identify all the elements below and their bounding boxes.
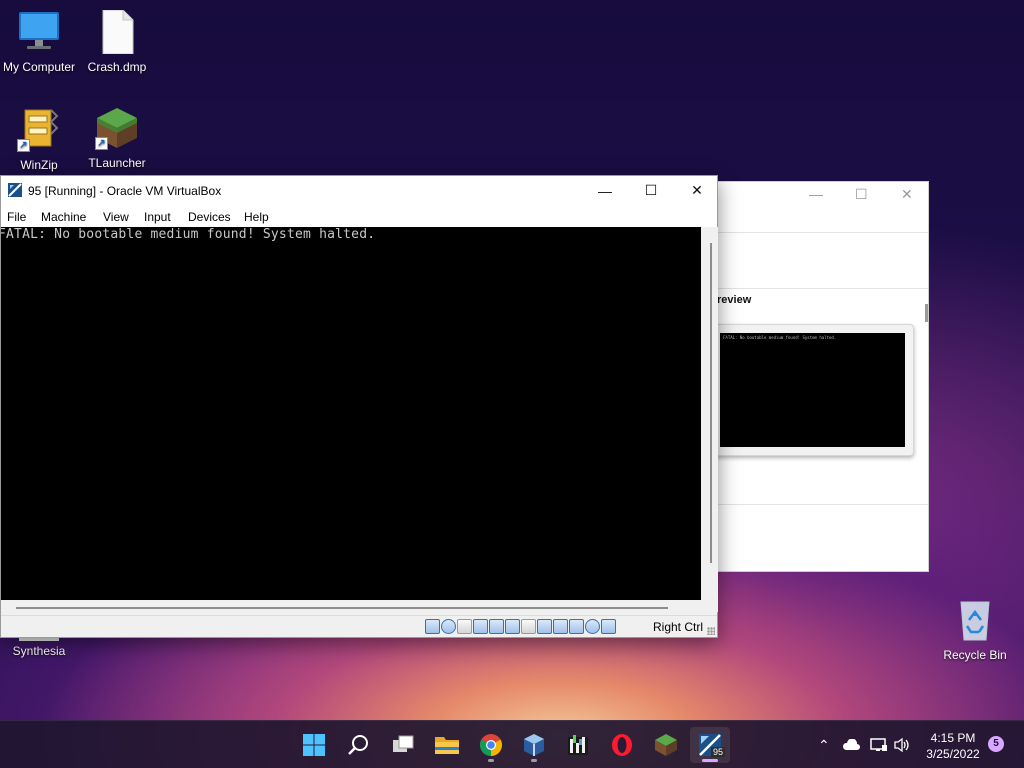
host-key-label: Right Ctrl — [653, 620, 704, 634]
volume-icon[interactable] — [893, 721, 911, 768]
menu-file[interactable]: File — [7, 210, 26, 224]
status-bar: Right Ctrl — [1, 615, 717, 637]
preview-heading: review — [717, 294, 752, 306]
vm-terminal-text: FATAL: No bootable medium found! System … — [1, 227, 376, 242]
onedrive-icon[interactable] — [842, 721, 860, 768]
notification-badge[interactable]: 5 — [988, 736, 1004, 752]
start-button[interactable] — [294, 727, 334, 763]
vm-badge: 95 — [710, 747, 725, 757]
close-icon[interactable]: ✕ — [901, 186, 913, 203]
desktop-icon-label: Crash.dmp — [87, 60, 147, 74]
preview-screen: FATAL: No bootable medium found! System … — [720, 333, 905, 447]
maximize-button[interactable]: ☐ — [628, 176, 674, 205]
maximize-icon[interactable]: ☐ — [855, 186, 868, 203]
shortcut-arrow-icon: ↗ — [17, 139, 30, 152]
menu-help[interactable]: Help — [244, 210, 269, 224]
task-view-icon — [393, 735, 414, 752]
clock[interactable]: 4:15 PM 3/25/2022 — [918, 730, 988, 762]
menu-devices[interactable]: Devices — [188, 210, 231, 224]
virtualbox-window[interactable]: 95 [Running] - Oracle VM VirtualBox — ☐ … — [0, 175, 718, 638]
grass-block-icon: ↗ — [95, 106, 139, 150]
synthesia-icon — [568, 735, 588, 755]
virtualbox-icon — [524, 734, 544, 756]
virtualbox-vm-button[interactable]: 95 — [690, 727, 730, 763]
virtualbox-button[interactable] — [514, 727, 554, 763]
menu-input[interactable]: Input — [144, 210, 171, 224]
scrollbar[interactable] — [925, 304, 928, 322]
network-icon[interactable] — [489, 619, 504, 634]
desktop-icon-label: Recycle Bin — [943, 648, 1007, 662]
clock-date: 3/25/2022 — [926, 747, 980, 761]
opera-icon — [612, 734, 632, 756]
title-bar[interactable]: 95 [Running] - Oracle VM VirtualBox — ☐ … — [1, 176, 717, 205]
minimize-icon[interactable]: — — [809, 186, 823, 202]
optical-drive-icon[interactable] — [441, 619, 456, 634]
scrollbar-thumb[interactable] — [710, 243, 712, 563]
virtualbox-icon — [7, 182, 23, 198]
opera-button[interactable] — [602, 727, 642, 763]
chrome-button[interactable] — [471, 727, 511, 763]
desktop-icon-tlauncher[interactable]: ↗ TLauncher — [78, 106, 156, 170]
host-key-icon[interactable] — [601, 619, 616, 634]
start-icon — [303, 734, 325, 756]
running-indicator — [488, 759, 494, 762]
desktop-icon-label: TLauncher — [88, 156, 146, 170]
winzip-icon: ↗ — [17, 108, 61, 152]
scrollbar-thumb[interactable] — [16, 607, 668, 609]
divider — [701, 288, 928, 289]
preview-frame: FATAL: No bootable medium found! System … — [713, 324, 914, 456]
display-icon[interactable] — [537, 619, 552, 634]
minimize-button[interactable]: — — [582, 176, 628, 205]
cpu-icon[interactable] — [569, 619, 584, 634]
file-explorer-button[interactable] — [427, 727, 467, 763]
divider — [701, 232, 928, 233]
window-title: 95 [Running] - Oracle VM VirtualBox — [28, 184, 222, 198]
resize-grip[interactable] — [707, 627, 715, 635]
horizontal-scrollbar[interactable] — [1, 600, 701, 615]
menu-bar: File Machine View Input Devices Help — [1, 205, 717, 227]
running-indicator — [531, 759, 537, 762]
floppy-icon[interactable] — [457, 619, 472, 634]
close-button[interactable]: ✕ — [674, 176, 720, 205]
mouse-integration-icon[interactable] — [585, 619, 600, 634]
active-indicator — [702, 759, 718, 762]
background-window[interactable]: — ☐ ✕ review FATAL: No bootable medium f… — [700, 181, 929, 572]
network-icon[interactable] — [870, 721, 888, 768]
desktop-icon-winzip[interactable]: ↗ WinZip — [0, 108, 78, 172]
file-explorer-icon — [435, 737, 459, 754]
desktop-icon-label: WinZip — [20, 158, 58, 172]
monitor-icon — [17, 10, 61, 54]
recycle-bin-icon — [953, 598, 997, 642]
vertical-scrollbar[interactable] — [703, 227, 718, 612]
desktop-icon-label: Synthesia — [12, 644, 66, 658]
shortcut-arrow-icon: ↗ — [95, 137, 108, 150]
video-capture-icon[interactable] — [553, 619, 568, 634]
vm-screen[interactable]: FATAL: No bootable medium found! System … — [1, 227, 701, 600]
clock-time: 4:15 PM — [930, 731, 976, 745]
task-view-button[interactable] — [383, 727, 423, 763]
search-icon — [348, 735, 368, 755]
audio-icon[interactable] — [473, 619, 488, 634]
hard-disk-icon[interactable] — [425, 619, 440, 634]
search-button[interactable] — [339, 727, 379, 763]
taskbar: 95 ⌃ 4:15 PM 3/25/2022 — [0, 720, 1024, 768]
synthesia-button[interactable] — [558, 727, 598, 763]
file-icon — [95, 9, 139, 55]
desktop-icon-recycle-bin[interactable]: Recycle Bin — [936, 598, 1014, 662]
minecraft-button[interactable] — [646, 727, 686, 763]
minecraft-icon — [655, 734, 677, 756]
shared-folders-icon[interactable] — [521, 619, 536, 634]
usb-icon[interactable] — [505, 619, 520, 634]
chrome-icon — [480, 734, 502, 756]
divider — [701, 504, 928, 505]
menu-machine[interactable]: Machine — [41, 210, 86, 224]
menu-view[interactable]: View — [103, 210, 129, 224]
desktop-icon-crash-dmp[interactable]: Crash.dmp — [78, 9, 156, 74]
chevron-up-icon[interactable]: ⌃ — [818, 721, 830, 768]
desktop-icon-my-computer[interactable]: My Computer — [0, 10, 78, 74]
desktop-icon-label: My Computer — [2, 60, 76, 74]
